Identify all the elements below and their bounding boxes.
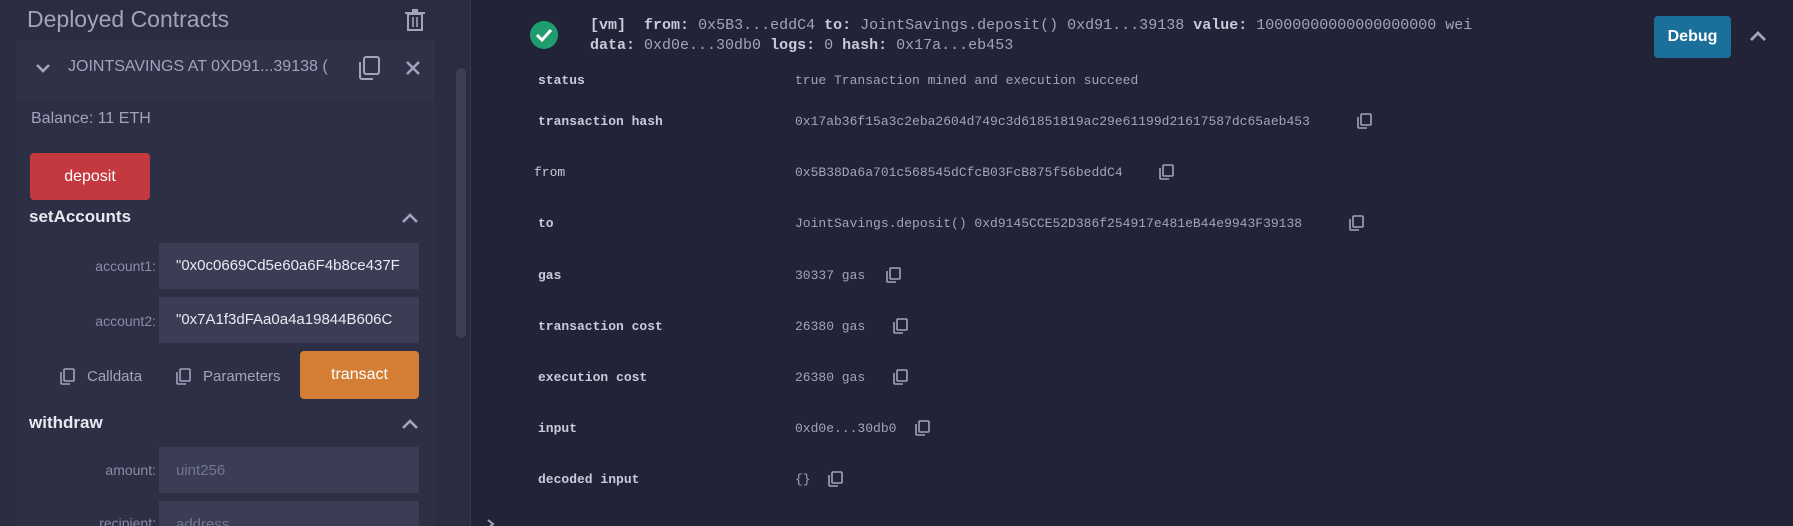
withdraw-title: withdraw — [29, 413, 103, 432]
decoded-input-value: {} — [795, 472, 811, 487]
deposit-button[interactable]: deposit — [30, 153, 150, 200]
chevron-up-icon[interactable] — [401, 212, 419, 224]
tx-hash-value: 0x17ab36f15a3c2eba2604d749c3d61851819ac2… — [795, 114, 1310, 129]
recipient-label: recipient: — [99, 515, 156, 526]
gas-value: 30337 gas — [795, 268, 866, 283]
summary-from-val: 0x5B3...eddC4 — [698, 17, 816, 34]
copy-icon[interactable] — [886, 267, 901, 283]
summary-data-key: data: — [590, 37, 636, 54]
panel-title: Deployed Contracts — [27, 6, 229, 32]
to-value: JointSavings.deposit() 0xd9145CCE52D386f… — [795, 216, 1303, 231]
contract-balance: Balance: 11 ETH — [31, 110, 151, 127]
copy-icon[interactable] — [1159, 164, 1174, 180]
recipient-input[interactable] — [159, 501, 419, 526]
parameters-button[interactable]: Parameters — [176, 368, 281, 385]
summary-to-val: JointSavings.deposit() 0xd91...39138 — [860, 17, 1185, 34]
summary-from-key: from: — [644, 17, 690, 34]
contract-header[interactable]: JOINTSAVINGS AT 0XD91...39138 ( — [16, 40, 435, 100]
set-accounts-title: setAccounts — [29, 207, 132, 226]
to-key: to — [538, 216, 554, 231]
scrollbar[interactable] — [456, 68, 466, 338]
account1-input[interactable]: "0x0c0669Cd5e60a6F4b8ce437F — [159, 243, 419, 289]
tx-cost-value: 26380 gas — [795, 319, 866, 334]
tx-hash-key: transaction hash — [538, 114, 663, 129]
gas-key: gas — [538, 268, 562, 283]
parameters-label: Parameters — [203, 368, 281, 385]
summary-to-key: to: — [824, 17, 852, 34]
summary-logs-key: logs: — [770, 37, 816, 54]
summary-data-val: 0xd0e...30db0 — [644, 37, 762, 54]
chevron-up-icon[interactable] — [401, 418, 419, 430]
summary-hash-key: hash: — [842, 37, 888, 54]
input-value: 0xd0e...30db0 — [795, 421, 897, 436]
exec-cost-key: execution cost — [538, 370, 648, 385]
account2-label: account2: — [95, 313, 156, 329]
terminal-panel: [vm] from: 0x5B3...eddC4 to: JointSaving… — [471, 0, 1793, 526]
check-circle-icon — [530, 21, 558, 49]
copy-icon — [60, 368, 75, 385]
amount-input[interactable] — [159, 447, 419, 493]
summary-hash-val: 0x17a...eb453 — [896, 37, 1014, 54]
close-icon[interactable] — [405, 60, 421, 76]
from-value: 0x5B38Da6a701c568545dCfcB03FcB875f56bedd… — [795, 165, 1123, 180]
chevron-down-icon[interactable] — [34, 59, 52, 77]
amount-label: amount: — [105, 462, 156, 478]
copy-icon[interactable] — [828, 471, 843, 487]
copy-icon — [176, 368, 191, 385]
exec-cost-value: 26380 gas — [795, 370, 866, 385]
status-key: status — [538, 73, 585, 88]
summary-value-val: 10000000000000000000 wei — [1256, 17, 1473, 34]
copy-icon[interactable] — [893, 318, 908, 334]
chevron-right-icon[interactable] — [485, 519, 497, 526]
vm-tag: [vm] — [590, 17, 627, 34]
account2-input[interactable]: "0x7A1f3dFAa0a4a19844B606C — [159, 297, 419, 343]
copy-icon[interactable] — [357, 55, 381, 81]
status-value: true Transaction mined and execution suc… — [795, 73, 1139, 88]
tx-summary-line1[interactable]: [vm] from: 0x5B3...eddC4 to: JointSaving… — [590, 17, 1472, 34]
chevron-up-icon[interactable] — [1749, 30, 1767, 42]
decoded-input-key: decoded input — [538, 472, 640, 487]
account1-label: account1: — [95, 258, 156, 274]
debug-button[interactable]: Debug — [1654, 16, 1731, 58]
deployed-contracts-panel: Deployed Contracts JOINTSAVINGS AT 0XD91… — [0, 0, 470, 526]
summary-value-key: value: — [1193, 17, 1248, 34]
calldata-button[interactable]: Calldata — [60, 368, 142, 385]
contract-instance: JOINTSAVINGS AT 0XD91...39138 ( Balance:… — [16, 40, 435, 526]
copy-icon[interactable] — [893, 369, 908, 385]
copy-icon[interactable] — [1357, 113, 1372, 129]
contract-name: JOINTSAVINGS AT 0XD91...39138 ( — [68, 58, 328, 75]
tx-cost-key: transaction cost — [538, 319, 663, 334]
calldata-label: Calldata — [87, 368, 143, 385]
tx-summary-line2[interactable]: data: 0xd0e...30db0 logs: 0 hash: 0x17a.… — [590, 37, 1013, 54]
input-key: input — [538, 421, 578, 436]
transact-button[interactable]: transact — [300, 351, 419, 399]
trash-icon[interactable] — [404, 8, 426, 32]
copy-icon[interactable] — [1349, 215, 1364, 231]
from-key: from — [534, 165, 566, 180]
summary-logs-val: 0 — [824, 37, 834, 54]
copy-icon[interactable] — [915, 420, 930, 436]
